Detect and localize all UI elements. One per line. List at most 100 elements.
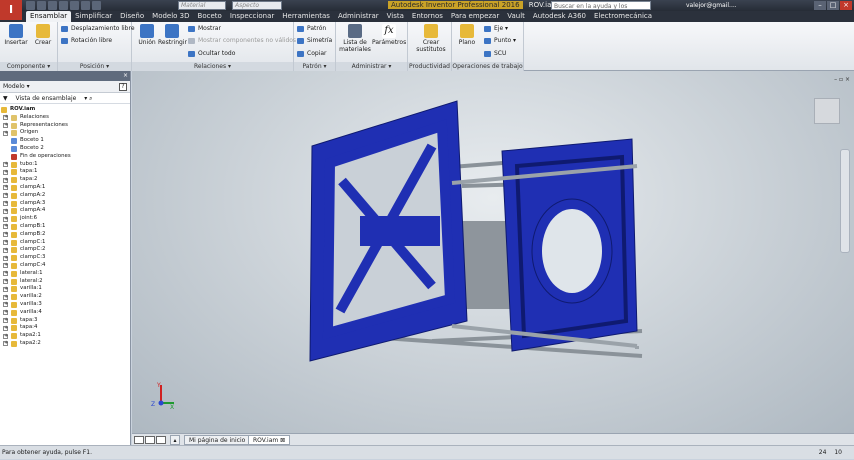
union-button[interactable]: Unión (134, 24, 160, 46)
redo-icon[interactable] (70, 1, 79, 10)
tab-vista[interactable]: Vista (383, 11, 408, 22)
tree-item[interactable]: + varilla:2 (0, 293, 130, 301)
tree-item[interactable]: + clampA:1 (0, 184, 130, 192)
expand-icon[interactable]: + (3, 162, 8, 168)
copiar-button[interactable]: Copiar (297, 50, 326, 58)
tree-item[interactable]: + joint:6 (0, 215, 130, 223)
group-label[interactable]: Posición ▾ (58, 62, 131, 71)
close-icon[interactable]: × (123, 71, 128, 81)
punto-button[interactable]: Punto ▾ (484, 37, 516, 45)
expand-icon[interactable]: + (3, 286, 8, 292)
tree-item[interactable]: + tapa:2 (0, 176, 130, 184)
browser-title[interactable]: Modelo ▾? (0, 81, 130, 93)
undo-icon[interactable] (59, 1, 68, 10)
filter-icon[interactable]: ▼ (3, 95, 8, 102)
tree-item[interactable]: + tapa:3 (0, 317, 130, 325)
tab-autodesk-a360[interactable]: Autodesk A360 (529, 11, 590, 22)
tab-rov[interactable]: ROV.iam ⊠ (248, 435, 291, 445)
tree-item[interactable]: + tapa2:1 (0, 332, 130, 340)
help-search-input[interactable]: Buscar en la ayuda y los comandos... (551, 1, 651, 19)
rov-model[interactable] (132, 71, 854, 433)
tab-boceto[interactable]: Boceto (194, 11, 226, 22)
tree-item[interactable]: + varilla:3 (0, 301, 130, 309)
user-account[interactable]: valejor@gmail.... (686, 1, 737, 10)
tree-item[interactable]: + clampC:2 (0, 246, 130, 254)
tree-item[interactable]: + tapa:4 (0, 324, 130, 332)
expand-icon[interactable]: + (3, 310, 8, 316)
tree-item[interactable]: + clampA:4 (0, 207, 130, 215)
expand-icon[interactable]: + (3, 271, 8, 277)
tree-item[interactable]: + lateral:1 (0, 270, 130, 278)
expand-icon[interactable]: + (3, 208, 8, 214)
tree-item[interactable]: Fin de operaciones (0, 153, 130, 161)
save-icon[interactable] (48, 1, 57, 10)
material-combo[interactable]: Material (178, 1, 226, 10)
crear-sustitutos-button[interactable]: Crear sustitutos (416, 24, 446, 53)
eje-button[interactable]: Eje ▾ (484, 25, 508, 33)
simetria-button[interactable]: Simetría (297, 37, 332, 45)
graphics-viewport[interactable]: – ▫ × Y Z X (132, 71, 854, 433)
tab-entornos[interactable]: Entornos (408, 11, 447, 22)
crear-button[interactable]: Crear (30, 24, 56, 46)
expand-icon[interactable]: + (3, 279, 8, 285)
tree-item[interactable]: + lateral:2 (0, 278, 130, 286)
tab-modelo-3d[interactable]: Modelo 3D (148, 11, 193, 22)
expand-icon[interactable]: + (3, 302, 8, 308)
expand-icon[interactable]: + (3, 247, 8, 253)
expand-icon[interactable]: + (3, 201, 8, 207)
tree-root[interactable]: ROV.iam (0, 106, 130, 114)
expand-icon[interactable]: + (3, 216, 8, 222)
tree-item[interactable]: + clampC:4 (0, 262, 130, 270)
help-icon[interactable]: ? (119, 83, 127, 91)
tile-icon[interactable] (134, 436, 144, 444)
tab-vault[interactable]: Vault (503, 11, 529, 22)
group-label[interactable]: Componente ▾ (0, 62, 57, 71)
expand-icon[interactable]: + (3, 333, 8, 339)
expand-icon[interactable]: + (3, 255, 8, 261)
expand-icon[interactable]: + (3, 263, 8, 269)
tab-home[interactable]: Mi página de inicio (184, 435, 251, 445)
group-label[interactable]: Administrar ▾ (336, 62, 407, 71)
parametros-button[interactable]: fx Parámetros (372, 24, 406, 46)
close-icon[interactable]: × (840, 1, 852, 10)
expand-icon[interactable]: + (3, 130, 8, 136)
tab-ensamblar[interactable]: Ensamblar (26, 11, 72, 22)
expand-icon[interactable]: + (3, 185, 8, 191)
tree-item[interactable]: + Relaciones (0, 114, 130, 122)
appearance-combo[interactable]: Aspecto (232, 1, 282, 10)
tab-menu-icon[interactable]: ▴ (170, 435, 180, 445)
tree-item[interactable]: + clampB:2 (0, 231, 130, 239)
tree-item[interactable]: + clampC:1 (0, 239, 130, 247)
expand-icon[interactable]: + (3, 318, 8, 324)
expand-icon[interactable]: + (3, 115, 8, 121)
plano-button[interactable]: Plano (454, 24, 480, 46)
ocultar-todo-button[interactable]: Ocultar todo (188, 50, 235, 58)
tab-inspeccionar[interactable]: Inspeccionar (226, 11, 278, 22)
tab-para-empezar[interactable]: Para empezar (447, 11, 503, 22)
minimize-icon[interactable]: – (814, 1, 826, 10)
tab-electromec-nica[interactable]: Electromecánica (590, 11, 656, 22)
rotacion-libre-button[interactable]: Rotación libre (61, 37, 112, 45)
group-label[interactable]: Relaciones ▾ (132, 62, 293, 71)
tree-item[interactable]: + Origen (0, 129, 130, 137)
find-icon[interactable]: ▾ ⌕ (84, 95, 92, 102)
expand-icon[interactable]: + (3, 224, 8, 230)
scu-button[interactable]: SCU (484, 50, 506, 58)
tree-item[interactable]: + clampA:2 (0, 192, 130, 200)
tree-item[interactable]: Boceto 2 (0, 145, 130, 153)
arrange-icon[interactable] (156, 436, 166, 444)
mostrar-componentes-button[interactable]: Mostrar componentes no válidos (188, 37, 296, 45)
patron-button[interactable]: Patrón (297, 25, 326, 33)
home-icon[interactable] (81, 1, 90, 10)
tab-herramientas[interactable]: Herramientas (278, 11, 334, 22)
select-icon[interactable] (92, 1, 101, 10)
tree-item[interactable]: + clampA:3 (0, 200, 130, 208)
maximize-icon[interactable]: □ (827, 1, 839, 10)
close-icon[interactable]: ⊠ (280, 437, 285, 444)
tree-item[interactable]: + tapa2:2 (0, 340, 130, 348)
tab-dise-o[interactable]: Diseño (116, 11, 148, 22)
tree-item[interactable]: + clampB:1 (0, 223, 130, 231)
tree-item[interactable]: + Representaciones (0, 122, 130, 130)
tree-item[interactable]: + tapa:1 (0, 168, 130, 176)
tree-item[interactable]: + varilla:1 (0, 285, 130, 293)
